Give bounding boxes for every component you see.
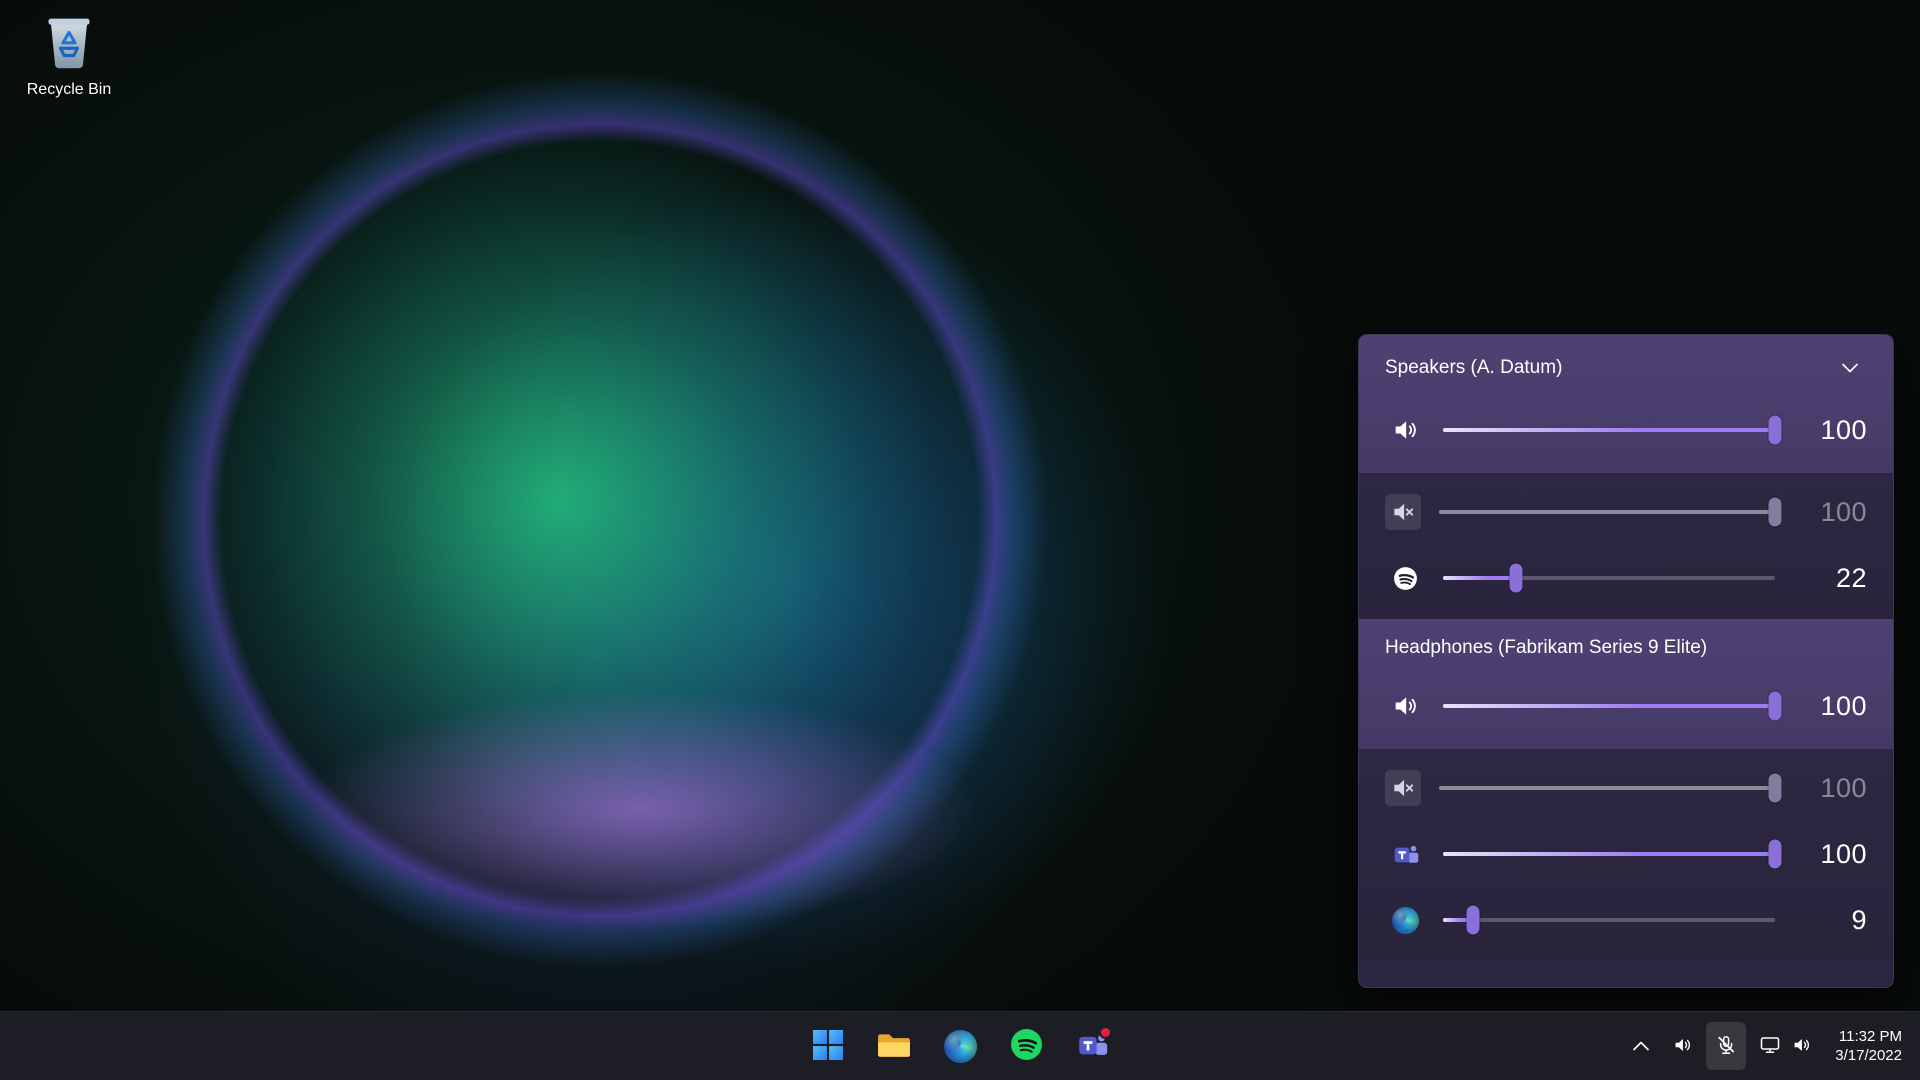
teams-notification-badge	[1099, 1026, 1112, 1039]
spotify-icon[interactable]	[1385, 558, 1425, 598]
speaker-muted-icon[interactable]	[1385, 494, 1421, 530]
chevron-up-icon	[1633, 1039, 1649, 1054]
edge-volume-slider[interactable]	[1443, 903, 1775, 937]
slider-fill	[1443, 852, 1775, 856]
slider-thumb[interactable]	[1510, 564, 1523, 593]
speakers-header: Speakers (A. Datum)	[1359, 335, 1893, 387]
spotify-button[interactable]	[999, 1019, 1053, 1073]
speakers-volume-slider[interactable]	[1443, 413, 1775, 447]
spotify-volume-slider[interactable]	[1443, 561, 1775, 595]
edge-volume-row: 9	[1359, 887, 1893, 953]
speakers-title: Speakers (A. Datum)	[1385, 357, 1562, 379]
chevron-down-icon[interactable]	[1833, 353, 1867, 383]
mic-muted-icon	[1715, 1034, 1737, 1059]
headphones-volume-slider[interactable]	[1443, 689, 1775, 723]
slider-fill	[1439, 510, 1775, 514]
tray-overflow-button[interactable]	[1624, 1022, 1658, 1070]
start-button[interactable]	[801, 1019, 855, 1073]
recycle-bin-label: Recycle Bin	[27, 81, 111, 99]
headphones-apps-section: 100 100	[1359, 749, 1893, 961]
volume-mixer-flyout: Speakers (A. Datum) 100	[1358, 334, 1894, 988]
speakers-apps-section: 100 22	[1359, 473, 1893, 619]
recycle-bin-shortcut[interactable]: Recycle Bin	[14, 12, 124, 99]
slider-fill	[1443, 704, 1775, 708]
slider-thumb[interactable]	[1769, 692, 1782, 721]
tray-clock[interactable]: 11:32 PM 3/17/2022	[1825, 1027, 1908, 1065]
display-icon	[1759, 1034, 1781, 1059]
system-tray: 11:32 PM 3/17/2022	[1624, 1012, 1920, 1080]
spotify-icon	[1010, 1028, 1043, 1064]
teams-icon[interactable]	[1385, 834, 1425, 874]
start-icon	[813, 1030, 843, 1063]
speakers-section: Speakers (A. Datum) 100	[1359, 335, 1893, 473]
edge-volume-value: 9	[1793, 905, 1867, 936]
tray-display-volume-button[interactable]	[1750, 1022, 1821, 1070]
speaker-icon[interactable]	[1385, 410, 1425, 450]
file-explorer-button[interactable]	[867, 1019, 921, 1073]
headphones-volume-row: 100	[1359, 663, 1893, 749]
headphones-system-muted-row: 100	[1359, 755, 1893, 821]
teams-volume-slider[interactable]	[1443, 837, 1775, 871]
tray-date: 3/17/2022	[1835, 1046, 1902, 1065]
volume-icon	[1671, 1034, 1693, 1059]
tray-time: 11:32 PM	[1835, 1027, 1902, 1046]
speakers-system-muted-row: 100	[1359, 479, 1893, 545]
headphones-header: Headphones (Fabrikam Series 9 Elite)	[1359, 619, 1893, 663]
edge-button[interactable]	[933, 1019, 987, 1073]
slider-thumb[interactable]	[1466, 906, 1479, 935]
headphones-section: Headphones (Fabrikam Series 9 Elite) 100	[1359, 619, 1893, 749]
edge-icon	[944, 1030, 977, 1063]
slider-track	[1443, 918, 1775, 922]
spotify-volume-row: 22	[1359, 545, 1893, 611]
slider-fill	[1443, 576, 1516, 580]
slider-fill	[1443, 428, 1775, 432]
slider-thumb[interactable]	[1769, 774, 1782, 803]
headphones-system-muted-slider[interactable]	[1439, 771, 1775, 805]
slider-thumb[interactable]	[1769, 840, 1782, 869]
speakers-system-muted-slider[interactable]	[1439, 495, 1775, 529]
volume-icon	[1790, 1034, 1812, 1059]
tray-mic-muted-button[interactable]	[1706, 1022, 1746, 1070]
headphones-title: Headphones (Fabrikam Series 9 Elite)	[1385, 637, 1707, 659]
speakers-volume-value: 100	[1793, 415, 1867, 446]
tray-volume-button[interactable]	[1662, 1022, 1702, 1070]
slider-fill	[1439, 786, 1775, 790]
file-explorer-icon	[877, 1030, 911, 1063]
slider-thumb[interactable]	[1769, 416, 1782, 445]
slider-thumb[interactable]	[1769, 498, 1782, 527]
recycle-bin-icon	[42, 12, 96, 75]
spotify-volume-value: 22	[1793, 563, 1867, 594]
speaker-muted-icon[interactable]	[1385, 770, 1421, 806]
teams-button[interactable]	[1065, 1019, 1119, 1073]
speakers-system-muted-value: 100	[1793, 497, 1867, 528]
teams-volume-row: 100	[1359, 821, 1893, 887]
speaker-icon[interactable]	[1385, 686, 1425, 726]
headphones-system-muted-value: 100	[1793, 773, 1867, 804]
taskbar-app-icons	[801, 1012, 1119, 1080]
edge-icon[interactable]	[1385, 900, 1425, 940]
taskbar: 11:32 PM 3/17/2022	[0, 1011, 1920, 1080]
teams-volume-value: 100	[1793, 839, 1867, 870]
headphones-volume-value: 100	[1793, 691, 1867, 722]
speakers-volume-row: 100	[1359, 387, 1893, 473]
